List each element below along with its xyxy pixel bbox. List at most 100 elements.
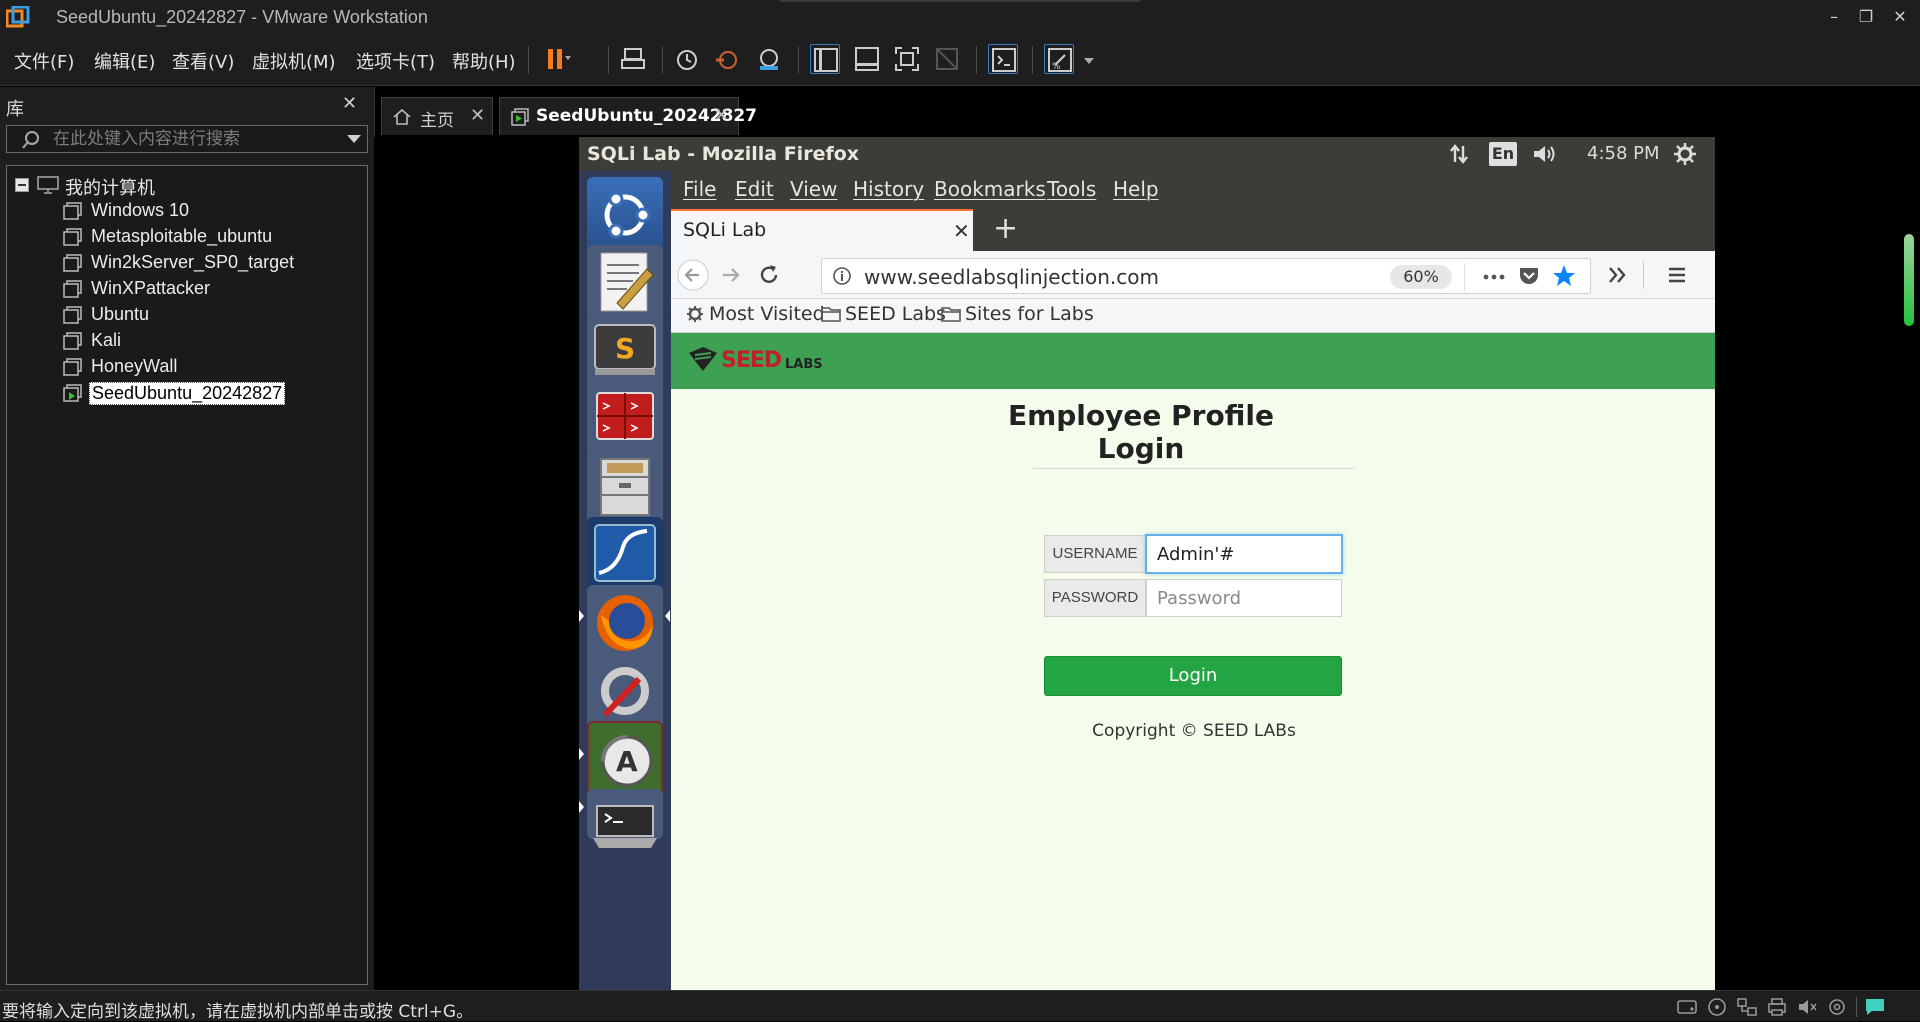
system-settings-icon[interactable]: [587, 653, 663, 729]
bookmark-seed-labs[interactable]: SEED Labs: [821, 303, 946, 325]
close-window-button[interactable]: ✕: [1886, 4, 1914, 30]
menu-tabs[interactable]: 选项卡(T): [356, 48, 435, 74]
terminator-icon[interactable]: [587, 381, 663, 457]
svg-text:A: A: [616, 745, 638, 778]
hard-disk-icon[interactable]: [1676, 997, 1698, 1017]
login-button[interactable]: Login: [1044, 656, 1342, 696]
menu-help[interactable]: 帮助(H): [452, 48, 516, 74]
vm-scrollbar[interactable]: [1904, 234, 1914, 326]
forward-icon[interactable]: [715, 259, 747, 291]
copyright-text: Copyright © SEED LABs: [1092, 721, 1296, 741]
fullscreen-icon[interactable]: [892, 44, 922, 74]
reload-icon[interactable]: [753, 259, 785, 291]
menu-view[interactable]: 查看(V): [172, 48, 234, 74]
library-close-button[interactable]: ✕: [342, 93, 357, 114]
vm-label: Kali: [91, 330, 122, 350]
overflow-menu-icon[interactable]: [1601, 259, 1633, 291]
url-text[interactable]: www.seedlabsqlinjection.com: [864, 265, 1159, 289]
sublime-text-icon[interactable]: S: [587, 313, 663, 389]
tab-home[interactable]: 主页 ✕: [381, 97, 493, 135]
vm-icon: [63, 332, 82, 350]
usb-icon[interactable]: [1826, 997, 1848, 1017]
vm-icon: [63, 254, 82, 272]
toolbar-separator: [976, 46, 977, 74]
page-actions-icon[interactable]: [1482, 267, 1506, 287]
tab-close-button[interactable]: ✕: [470, 105, 485, 126]
snapshot-manager-icon[interactable]: [754, 44, 784, 74]
file-cabinet-icon[interactable]: [587, 449, 663, 525]
ff-menu-tools[interactable]: Tools: [1047, 177, 1096, 201]
text-editor-icon[interactable]: [587, 245, 663, 321]
collapse-icon[interactable]: [15, 178, 29, 192]
revert-snapshot-icon[interactable]: [712, 44, 742, 74]
stretch-guest-icon[interactable]: %: [1044, 44, 1074, 74]
ff-menu-history[interactable]: History: [853, 177, 924, 201]
ubuntu-dash-icon[interactable]: [587, 177, 663, 253]
menu-edit[interactable]: 编辑(E): [94, 48, 155, 74]
stretch-dropdown-icon[interactable]: [1084, 58, 1094, 64]
message-icon[interactable]: [1864, 997, 1886, 1017]
volume-icon[interactable]: [1531, 142, 1559, 166]
vmware-title-bar: SeedUbuntu_20242827 - VMware Workstation…: [0, 0, 1920, 34]
network-adapter-icon[interactable]: [1736, 997, 1758, 1017]
wireshark-icon[interactable]: [587, 517, 663, 593]
sound-card-icon[interactable]: [1796, 997, 1818, 1017]
printer-icon[interactable]: [1766, 997, 1788, 1017]
pause-icon[interactable]: [542, 44, 572, 74]
cd-rom-icon[interactable]: [1706, 997, 1728, 1017]
search-dropdown-icon[interactable]: [347, 135, 361, 143]
gear-icon: [687, 306, 703, 322]
library-search-input[interactable]: [53, 128, 343, 150]
bookmark-sites-for-labs[interactable]: Sites for Labs: [941, 303, 1094, 325]
thumbnail-bar-icon[interactable]: [852, 44, 882, 74]
ubuntu-desktop[interactable]: SQLi Lab - Mozilla Firefox En 4:58 PM S: [579, 137, 1715, 990]
status-separator: [1856, 997, 1857, 1017]
username-input[interactable]: [1145, 534, 1343, 574]
terminal-icon[interactable]: [587, 789, 663, 848]
ff-menu-view[interactable]: View: [790, 177, 837, 201]
password-input[interactable]: [1146, 579, 1342, 617]
bookmarks-toolbar: Most Visited SEED Labs Sites for Labs: [671, 299, 1715, 333]
back-icon[interactable]: [677, 259, 709, 291]
send-ctrl-alt-del-icon[interactable]: [618, 44, 648, 74]
tab-seedubuntu[interactable]: SeedUbuntu_20242827 ✕: [499, 97, 757, 135]
snapshot-icon[interactable]: [672, 44, 702, 74]
show-library-icon[interactable]: [810, 44, 840, 74]
username-label: USERNAME: [1044, 535, 1146, 573]
ff-menu-bookmarks[interactable]: Bookmarks: [934, 177, 1046, 201]
bookmark-star-icon[interactable]: [1552, 264, 1576, 288]
url-bar[interactable]: www.seedlabsqlinjection.com 60%: [821, 258, 1591, 294]
svg-text:%: %: [1052, 62, 1061, 72]
new-tab-button[interactable]: +: [993, 211, 1018, 246]
browser-tab[interactable]: SQLi Lab ✕: [671, 209, 973, 251]
pocket-icon[interactable]: [1518, 265, 1540, 287]
library-panel: 库 ✕ 我的计算机 Windows 10 Metasploitable_ubun…: [0, 87, 374, 990]
system-gear-icon[interactable]: [1673, 142, 1697, 166]
hamburger-menu-icon[interactable]: [1661, 259, 1693, 291]
console-view-icon[interactable]: [988, 44, 1018, 74]
keyboard-layout-indicator[interactable]: En: [1489, 142, 1517, 166]
info-icon[interactable]: [832, 266, 852, 286]
ff-menu-file[interactable]: File: [683, 177, 716, 201]
firefox-icon[interactable]: [587, 585, 663, 661]
login-title: Employee Profile Login: [1007, 399, 1275, 465]
clock[interactable]: 4:58 PM: [1587, 143, 1660, 164]
folder-icon: [941, 307, 961, 322]
navbar-separator: [1643, 261, 1644, 289]
zoom-indicator[interactable]: 60%: [1390, 265, 1452, 289]
menu-vm[interactable]: 虚拟机(M): [252, 48, 336, 74]
vm-label: Ubuntu: [91, 304, 150, 324]
tab-close-button[interactable]: ✕: [714, 105, 729, 126]
bookmark-most-visited[interactable]: Most Visited: [685, 303, 825, 325]
browser-tab-close-button[interactable]: ✕: [953, 219, 970, 243]
software-updater-icon[interactable]: A: [587, 721, 663, 797]
vm-label: WinXPattacker: [91, 278, 211, 298]
ff-menu-help[interactable]: Help: [1113, 177, 1159, 201]
ff-menu-edit[interactable]: Edit: [735, 177, 774, 201]
menu-file[interactable]: 文件(F): [14, 48, 74, 74]
restore-button[interactable]: ❐: [1852, 4, 1880, 30]
seed-labs-logo[interactable]: SEED LABS: [685, 343, 835, 377]
search-icon: [22, 131, 39, 149]
minimize-button[interactable]: –: [1820, 4, 1848, 30]
network-icon[interactable]: [1447, 142, 1471, 166]
